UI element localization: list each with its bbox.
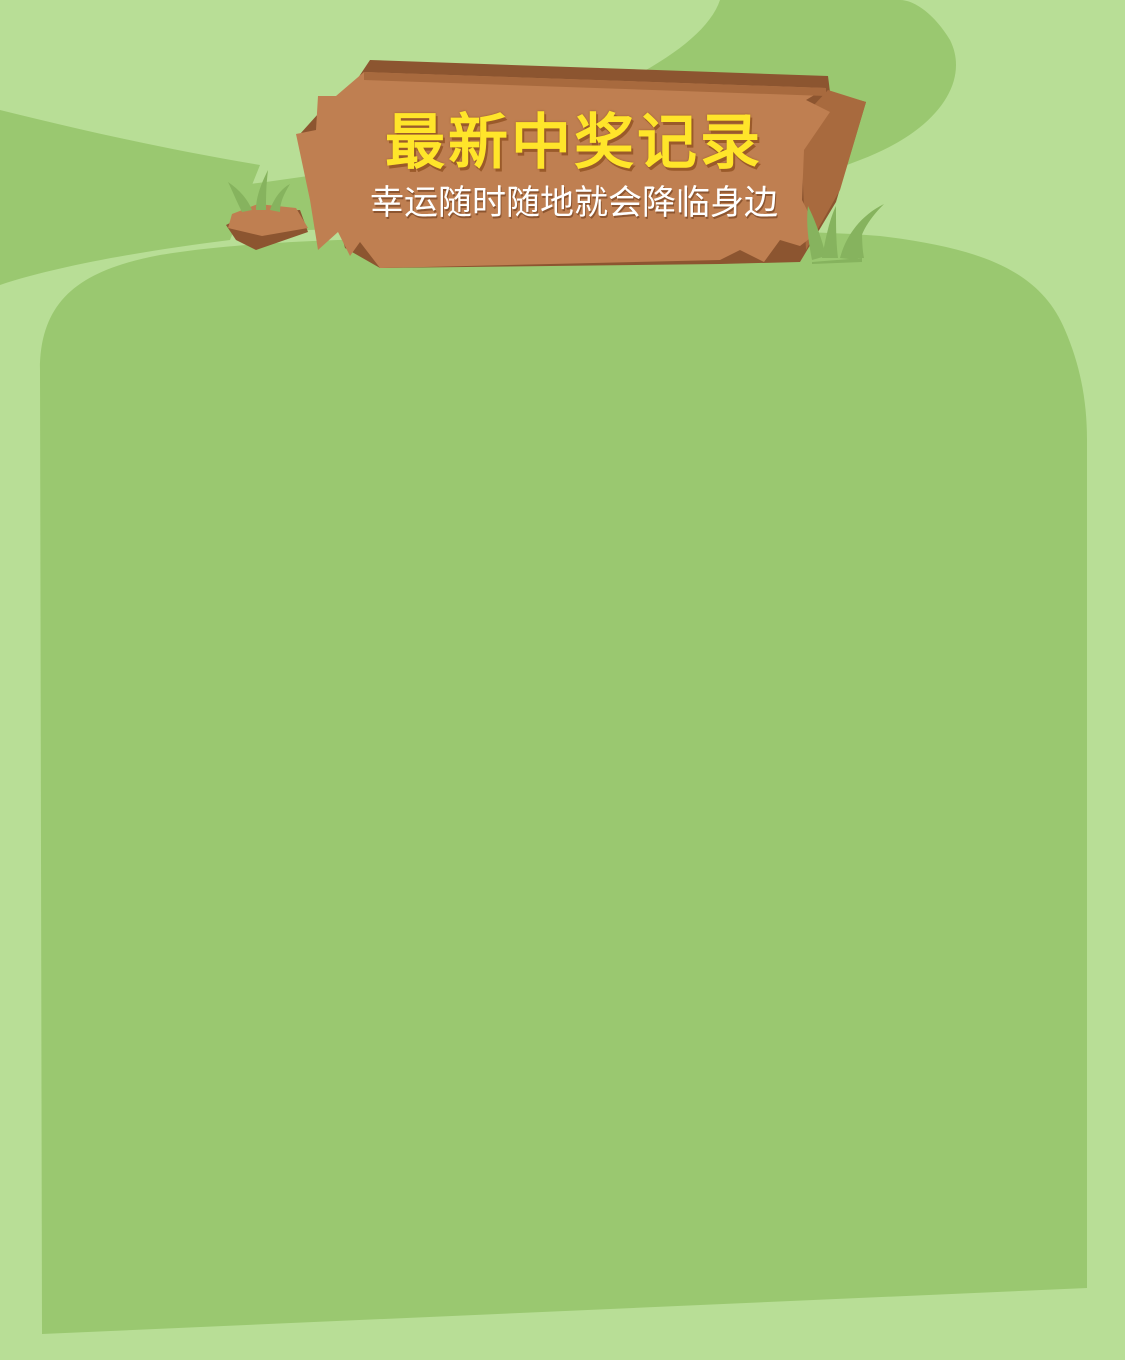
sign-title: 最新中奖记录 <box>385 108 763 178</box>
sign-subtitle: 幸运随时随地就会降临身边 <box>370 183 778 223</box>
winner-records-list <box>60 300 1065 1300</box>
